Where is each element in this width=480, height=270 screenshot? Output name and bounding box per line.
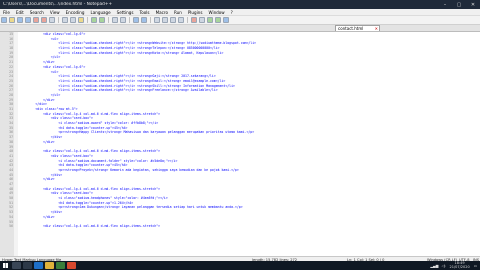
- toolbar-separator: [150, 17, 151, 23]
- minimize-button[interactable]: –: [438, 0, 452, 9]
- save-all-icon[interactable]: [25, 17, 31, 23]
- start-button[interactable]: [0, 261, 10, 270]
- menu-item-encoding[interactable]: Encoding: [63, 10, 88, 15]
- undo-icon[interactable]: [91, 17, 97, 23]
- toolbar: [0, 16, 480, 25]
- menu-item-window[interactable]: Window: [205, 10, 227, 15]
- code-editor[interactable]: 15 <div class="col-lg-6"> 16 <ul> 17 <li><…: [0, 32, 480, 256]
- close-all-icon[interactable]: [41, 17, 47, 23]
- close-file-icon[interactable]: [33, 17, 39, 23]
- find-icon[interactable]: [112, 17, 118, 23]
- word-wrap-icon[interactable]: [162, 17, 168, 23]
- print-icon[interactable]: [49, 17, 55, 23]
- line-text: <div class="col-lg-4 col-md-6 d-md-flex …: [20, 224, 161, 229]
- clock[interactable]: 18:49 21/07/2020: [449, 261, 470, 270]
- zoom-in-icon[interactable]: [133, 17, 139, 23]
- save-macro-icon[interactable]: [223, 17, 229, 23]
- line-text: </div>: [20, 177, 55, 182]
- menu-item-edit[interactable]: Edit: [13, 10, 27, 15]
- menu-item-view[interactable]: View: [47, 10, 63, 15]
- taskbar: ▂▄▆ ◁) 18:49 21/07/2020 ▭: [0, 261, 480, 270]
- toolbar-separator: [108, 17, 109, 23]
- search-icon[interactable]: [12, 262, 21, 269]
- save-icon[interactable]: [17, 17, 23, 23]
- play-macro-icon[interactable]: [207, 17, 213, 23]
- open-file-icon[interactable]: [9, 17, 15, 23]
- tab-contact-html[interactable]: contact.html ✕: [335, 25, 380, 31]
- line-text: </div>: [20, 139, 55, 144]
- redo-icon[interactable]: [99, 17, 105, 23]
- menu-item-language[interactable]: Language: [87, 10, 113, 15]
- show-all-chars-icon[interactable]: [170, 17, 176, 23]
- paste-icon[interactable]: [78, 17, 84, 23]
- menu-item-macro[interactable]: Macro: [153, 10, 171, 15]
- clock-date: 21/07/2020: [449, 264, 470, 269]
- edge-browser-icon[interactable]: [34, 262, 43, 269]
- maximize-button[interactable]: ▢: [452, 0, 466, 9]
- zoom-out-icon[interactable]: [141, 17, 147, 23]
- tab-bar: contact.html ✕: [0, 25, 480, 32]
- menu-item-search[interactable]: Search: [27, 10, 47, 15]
- cut-icon[interactable]: [62, 17, 68, 23]
- toolbar-separator: [187, 17, 188, 23]
- menu-item-plugins[interactable]: Plugins: [185, 10, 206, 15]
- toolbar-separator: [87, 17, 88, 23]
- volume-icon[interactable]: ◁): [441, 264, 445, 268]
- toolbar-separator: [129, 17, 130, 23]
- chrome-icon[interactable]: [67, 262, 76, 269]
- line-text: </div>: [20, 214, 55, 219]
- new-file-icon[interactable]: [1, 17, 7, 23]
- menu-item-[interactable]: ?: [228, 10, 236, 15]
- network-icon[interactable]: ▂▄▆: [430, 264, 438, 268]
- system-tray: ▂▄▆ ◁) 18:49 21/07/2020 ▭: [430, 261, 480, 270]
- notification-icon[interactable]: ▭: [474, 264, 477, 268]
- code-lines: 15 <div class="col-lg-6"> 16 <ul> 17 <li><…: [0, 32, 480, 229]
- toolbar-separator: [58, 17, 59, 23]
- close-tab-icon[interactable]: ✕: [375, 26, 378, 31]
- copy-icon[interactable]: [70, 17, 76, 23]
- menu-item-file[interactable]: File: [0, 10, 13, 15]
- task-view-icon[interactable]: [23, 262, 32, 269]
- menu-item-run[interactable]: Run: [171, 10, 185, 15]
- tab-label: contact.html: [338, 26, 364, 31]
- menu-item-settings[interactable]: Settings: [114, 10, 137, 15]
- stop-macro-icon[interactable]: [199, 17, 205, 23]
- menu-bar: File Edit Search View Encoding Language Settin…: [0, 9, 480, 16]
- notepad-plus-plus-icon[interactable]: [56, 262, 65, 269]
- title-bar: C:\Users\...\Documents\...\index.html - …: [0, 0, 480, 9]
- run-macro-multiple-icon[interactable]: [215, 17, 221, 23]
- file-explorer-icon[interactable]: [45, 262, 54, 269]
- window-controls: – ▢ ✕: [438, 0, 480, 9]
- sync-scroll-icon[interactable]: [154, 17, 160, 23]
- menu-item-tools[interactable]: Tools: [136, 10, 152, 15]
- code-line: 56 <div class="col-lg-4 col-md-6 d-md-fl…: [0, 224, 480, 229]
- window-title: C:\Users\...\Documents\...\index.html - …: [3, 2, 113, 7]
- line-number: 56: [9, 224, 13, 229]
- indent-guide-icon[interactable]: [178, 17, 184, 23]
- replace-icon[interactable]: [120, 17, 126, 23]
- record-macro-icon[interactable]: [191, 17, 197, 23]
- close-button[interactable]: ✕: [466, 0, 480, 9]
- windows-logo-icon: [2, 263, 8, 268]
